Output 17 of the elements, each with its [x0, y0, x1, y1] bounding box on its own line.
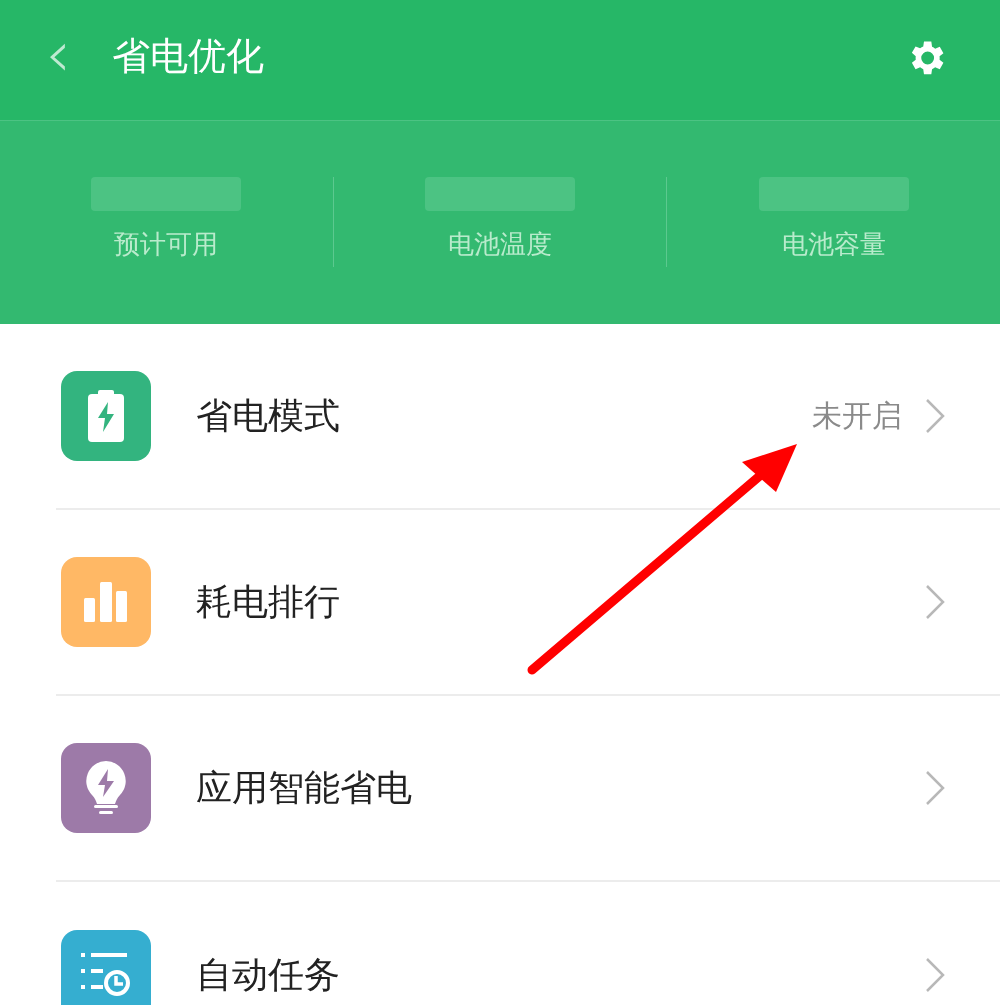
stat-label: 电池温度 [448, 228, 552, 261]
stat-label: 电池容量 [781, 228, 886, 261]
lightbulb-icon [86, 761, 126, 815]
bar-chart-icon [84, 582, 128, 622]
page-title: 省电优化 [112, 33, 264, 80]
chevron-icon[interactable] [924, 957, 946, 993]
menu-item-label[interactable]: 自动任务 [196, 951, 340, 999]
menu-item-label[interactable]: 应用智能省电 [196, 764, 412, 812]
task-list-icon [81, 953, 131, 997]
status-text: 未开启 [812, 397, 902, 435]
menu-item-label[interactable]: 耗电排行 [196, 578, 340, 626]
chevron-icon[interactable] [924, 398, 946, 434]
battery-icon [86, 390, 126, 442]
chevron-icon[interactable] [924, 584, 946, 620]
menu-item-label[interactable]: 省电模式 [196, 392, 340, 440]
chevron-icon[interactable] [924, 770, 946, 806]
stat-label: 预计可用 [114, 228, 219, 261]
